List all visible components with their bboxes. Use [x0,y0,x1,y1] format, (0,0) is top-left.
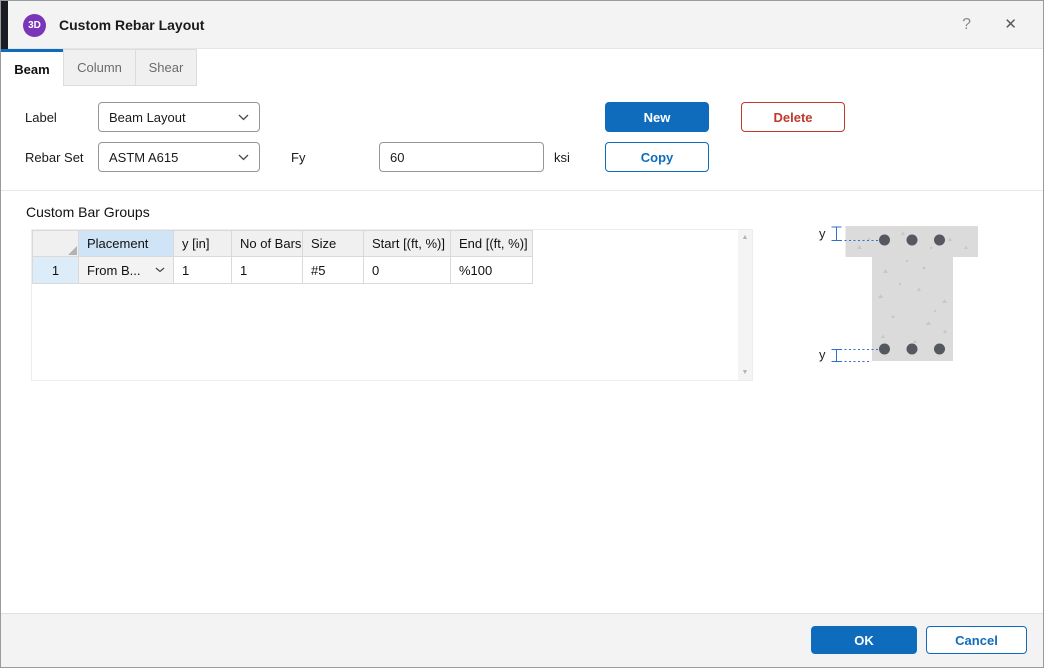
chevron-down-icon [155,267,165,273]
table-header-row: Placement y [in] No of Bars Size Start [… [32,230,752,257]
chevron-down-icon [238,154,249,160]
placement-cell-value: From B... [87,262,141,278]
placement-cell-dropdown[interactable]: From B... [79,257,174,284]
tab-bar: Beam Column Shear [1,49,1043,86]
app-3d-icon: 3D [23,14,46,37]
label-field-label: Label [25,110,57,125]
rebar-dot [934,234,945,246]
row-number-cell[interactable]: 1 [32,257,79,284]
title-bar: 3D Custom Rebar Layout ? ✕ [1,1,1043,49]
corner-diagonal-icon [68,246,77,255]
tab-column[interactable]: Column [63,49,136,86]
window-title: Custom Rebar Layout [59,17,205,33]
close-icon[interactable]: ✕ [998,1,1023,49]
rebar-dot [879,343,890,355]
table-row: 1 From B... 1 1 #5 0 %100 [32,257,752,284]
beam-cross-section-diagram: y y [819,226,978,362]
help-icon[interactable]: ? [956,1,977,49]
rebar-set-label: Rebar Set [25,150,84,165]
cancel-button[interactable]: Cancel [926,626,1027,654]
fy-unit-label: ksi [554,150,570,165]
new-button[interactable]: New [605,102,709,132]
end-cell[interactable]: %100 [451,257,533,284]
column-header-start[interactable]: Start [(ft, %)] [364,230,451,257]
concrete-t-section [845,226,978,361]
size-cell[interactable]: #5 [303,257,364,284]
fy-label: Fy [291,150,306,165]
label-dropdown[interactable]: Beam Layout [98,102,260,132]
table-vertical-scrollbar[interactable]: ▲ ▼ [738,230,752,380]
rebar-dot [934,343,945,355]
rebar-dot [906,234,918,246]
bottom-y-dim-label: y [819,347,826,362]
delete-button[interactable]: Delete [741,102,845,132]
scroll-up-icon[interactable]: ▲ [742,230,749,245]
copy-button[interactable]: Copy [605,142,709,172]
column-header-no-of-bars[interactable]: No of Bars [232,230,303,257]
column-header-placement[interactable]: Placement [79,230,174,257]
scroll-down-icon[interactable]: ▼ [742,365,749,380]
column-header-size[interactable]: Size [303,230,364,257]
custom-rebar-layout-dialog: 3D Custom Rebar Layout ? ✕ Beam Column S… [0,0,1044,668]
chevron-down-icon [238,114,249,120]
rebar-set-dropdown-value: ASTM A615 [109,149,179,165]
top-y-dim-label: y [819,226,826,241]
column-header-y[interactable]: y [in] [174,230,232,257]
fy-input[interactable] [379,142,544,172]
window-edge-strip [1,1,8,49]
rebar-dot [906,343,918,355]
tab-shear[interactable]: Shear [136,49,197,86]
tab-beam[interactable]: Beam [1,49,63,86]
start-cell[interactable]: 0 [364,257,451,284]
custom-bar-groups-table: Placement y [in] No of Bars Size Start [… [31,229,753,381]
rebar-set-dropdown[interactable]: ASTM A615 [98,142,260,172]
dialog-footer: OK Cancel [1,613,1043,667]
bottom-y-dimension [831,349,878,362]
section-separator [1,190,1043,191]
column-header-end[interactable]: End [(ft, %)] [451,230,533,257]
ok-button[interactable]: OK [811,626,917,654]
rebar-dot [879,234,890,246]
table-corner-cell[interactable] [32,230,79,257]
y-cell[interactable]: 1 [174,257,232,284]
custom-bar-groups-title: Custom Bar Groups [26,204,150,220]
label-dropdown-value: Beam Layout [109,109,186,125]
no-of-bars-cell[interactable]: 1 [232,257,303,284]
